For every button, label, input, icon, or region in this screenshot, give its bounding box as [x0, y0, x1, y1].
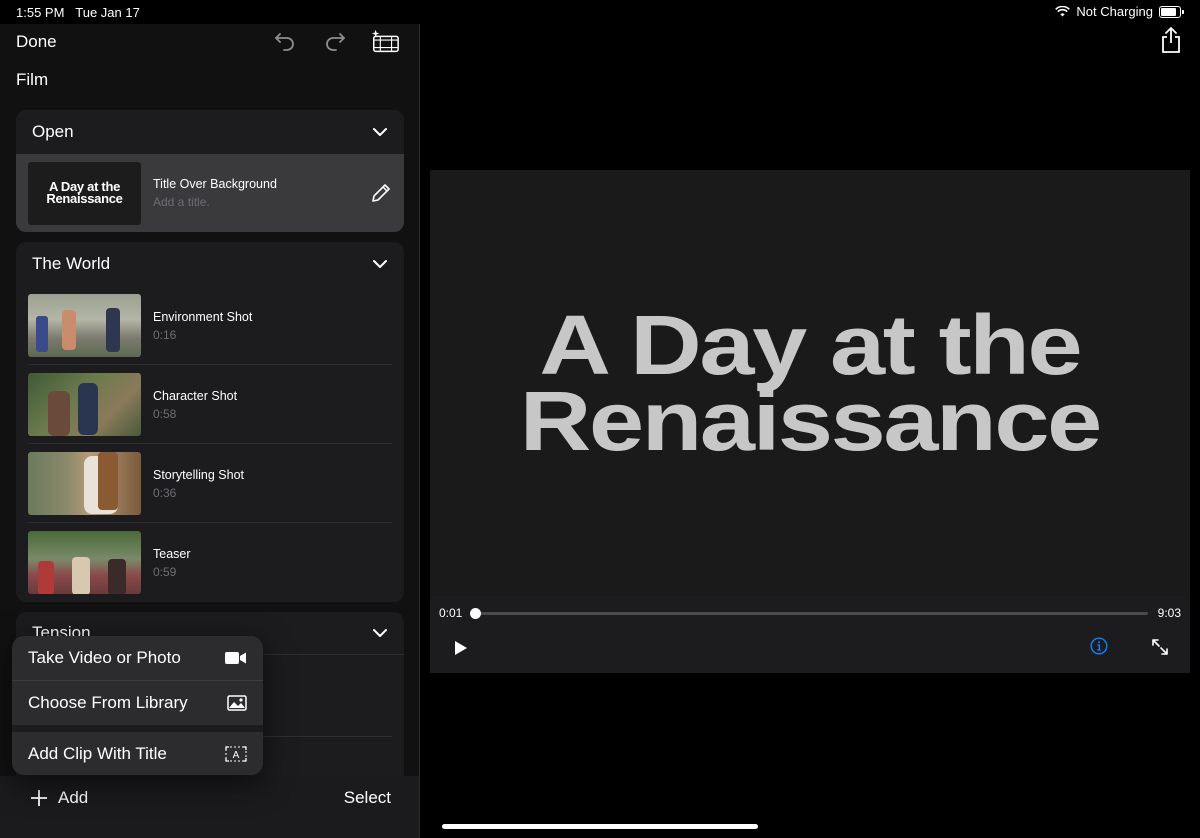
add-label: Add: [58, 788, 89, 807]
clip-row[interactable]: Storytelling Shot 0:36: [16, 444, 404, 523]
battery-tip: [1182, 9, 1184, 14]
player-controls: 0:01 9:03: [430, 596, 1190, 673]
bottom-toolbar: Add Select: [0, 776, 419, 838]
clip-row-title[interactable]: A Day at the Renaissance Title Over Back…: [16, 154, 404, 232]
menu-item-add-clip-with-title[interactable]: Add Clip With Title A: [12, 732, 263, 775]
plus-icon: [31, 790, 47, 806]
battery-icon: [1159, 5, 1181, 18]
current-time: 0:01: [439, 606, 463, 620]
undo-icon[interactable]: [270, 26, 300, 56]
menu-separator: [12, 725, 263, 732]
done-button[interactable]: Done: [16, 32, 57, 52]
scrubber[interactable]: [470, 608, 1148, 619]
section-title: The World: [32, 254, 111, 273]
menu-item-choose-from-library[interactable]: Choose From Library: [12, 681, 263, 725]
section-title: Open: [32, 122, 74, 141]
clip-title: Storytelling Shot: [153, 467, 245, 482]
svg-text:A: A: [233, 750, 240, 761]
status-time: 1:55 PM Tue Jan 17: [16, 5, 140, 20]
panel-divider: [419, 24, 420, 838]
clip-thumbnail: [28, 452, 141, 515]
clip-duration: 0:16: [153, 327, 177, 342]
scrubber-handle[interactable]: [470, 608, 482, 619]
clip-thumbnail: A Day at the Renaissance: [28, 161, 141, 225]
clip-thumbnail: [28, 531, 141, 594]
expand-icon[interactable]: [1150, 637, 1170, 657]
clip-row[interactable]: Teaser 0:59: [16, 523, 404, 602]
menu-item-label: Choose From Library: [28, 693, 188, 712]
section-the-world: The World Environment Shot 0:16 Characte…: [16, 242, 404, 602]
share-icon[interactable]: [1160, 26, 1182, 54]
clip-subtitle: Add a title.: [153, 195, 210, 209]
clip-title: Title Over Background: [153, 177, 277, 191]
clip-thumbnail: [28, 373, 141, 436]
clip-row[interactable]: Character Shot 0:58: [16, 365, 404, 444]
clip-thumbnail: [28, 294, 141, 357]
video-camera-icon: [225, 652, 246, 664]
menu-item-take-video-or-photo[interactable]: Take Video or Photo: [12, 636, 263, 681]
section-header[interactable]: The World: [16, 242, 404, 286]
clip-duration: 0:58: [153, 406, 177, 421]
preview-title-line-2: Renaissance: [519, 374, 1102, 468]
title-card-icon: A: [225, 746, 247, 762]
section-open: Open A Day at the Renaissance Title Over…: [16, 110, 404, 232]
chevron-down-icon: [373, 128, 387, 136]
total-time: 9:03: [1157, 606, 1181, 620]
pencil-icon[interactable]: [370, 182, 392, 204]
clip-title: Teaser: [153, 546, 191, 561]
home-indicator: [442, 824, 758, 829]
clip-duration: 0:36: [153, 485, 177, 500]
preview-title-line-1: A Day at the: [539, 298, 1083, 392]
photo-icon: [227, 695, 247, 711]
menu-item-label: Take Video or Photo: [28, 648, 181, 667]
redo-icon[interactable]: [320, 26, 350, 56]
add-menu: Take Video or Photo Choose From Library …: [12, 636, 263, 775]
magic-movie-icon[interactable]: [370, 26, 400, 56]
clip-row[interactable]: Environment Shot 0:16: [16, 286, 404, 365]
info-icon[interactable]: [1090, 637, 1108, 655]
preview-title: A Day at the Renaissance: [520, 303, 1102, 463]
section-header[interactable]: Open: [16, 110, 404, 154]
chevron-down-icon: [373, 629, 387, 637]
video-preview[interactable]: A Day at the Renaissance: [430, 170, 1190, 596]
clip-duration: 0:59: [153, 564, 177, 579]
select-button[interactable]: Select: [344, 788, 391, 808]
play-icon[interactable]: [454, 640, 468, 656]
clip-title: Environment Shot: [153, 309, 253, 324]
clip-title: Character Shot: [153, 388, 238, 403]
status-bar: 1:55 PM Tue Jan 17 Not Charging: [0, 0, 1200, 24]
wifi-icon: [1055, 6, 1071, 17]
charging-status: Not Charging: [1076, 4, 1153, 19]
project-type-label: Film: [16, 70, 49, 89]
edit-toolbar: [270, 26, 400, 56]
add-button[interactable]: Add: [30, 788, 88, 808]
chevron-down-icon: [373, 260, 387, 268]
menu-item-label: Add Clip With Title: [28, 744, 167, 763]
